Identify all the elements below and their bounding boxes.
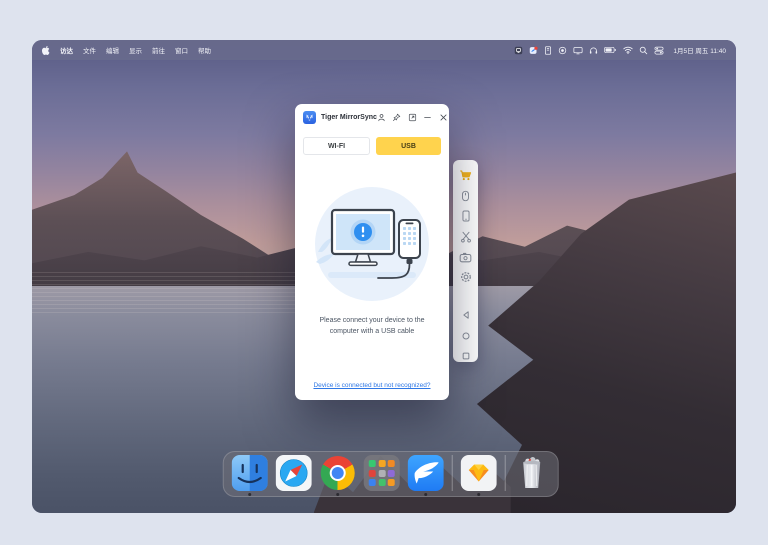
running-indicator bbox=[477, 493, 480, 496]
pin-icon[interactable] bbox=[392, 113, 401, 122]
window-titlebar: Tiger MirrorSync bbox=[295, 104, 449, 130]
sketch-icon bbox=[461, 455, 497, 491]
running-indicator bbox=[336, 493, 339, 496]
running-indicator bbox=[424, 493, 427, 496]
dock-sketch[interactable] bbox=[461, 455, 497, 491]
menu-item-finder[interactable]: 访达 bbox=[60, 45, 73, 55]
scissors-icon[interactable] bbox=[459, 231, 472, 243]
connection-tabs: WI-FI USB bbox=[295, 130, 449, 155]
wifi-icon[interactable] bbox=[623, 46, 633, 54]
notes-icon[interactable] bbox=[544, 46, 552, 55]
dock-finder[interactable] bbox=[232, 455, 268, 491]
search-icon[interactable] bbox=[639, 46, 648, 55]
usb-connect-illustration bbox=[302, 182, 442, 312]
window-title: Tiger MirrorSync bbox=[321, 114, 377, 121]
control-center-icon[interactable] bbox=[654, 46, 664, 55]
dingtalk-icon bbox=[408, 455, 444, 491]
dock-separator bbox=[452, 455, 453, 491]
fullscreen-icon[interactable] bbox=[408, 113, 417, 122]
menu-item-edit[interactable]: 编辑 bbox=[106, 45, 119, 55]
record-icon[interactable] bbox=[558, 46, 567, 55]
menubar-datetime[interactable]: 1月5日 周五 11:40 bbox=[673, 45, 726, 55]
dock-chrome[interactable] bbox=[320, 455, 356, 491]
tab-usb[interactable]: USB bbox=[376, 137, 441, 155]
help-link-row: Device is connected but not recognized? bbox=[295, 374, 449, 392]
notification-app-icon[interactable] bbox=[529, 46, 538, 55]
nav-back-icon[interactable] bbox=[459, 309, 472, 321]
screen-record-icon[interactable] bbox=[459, 251, 472, 263]
battery-icon[interactable] bbox=[604, 46, 617, 54]
not-recognized-link[interactable]: Device is connected but not recognized? bbox=[313, 382, 430, 389]
menu-item-view[interactable]: 显示 bbox=[129, 45, 142, 55]
dock-launchpad[interactable] bbox=[364, 455, 400, 491]
dock-dingtalk[interactable] bbox=[408, 455, 444, 491]
mirror-sidebar-toolbar bbox=[453, 160, 478, 362]
running-indicator bbox=[248, 493, 251, 496]
menu-item-window[interactable]: 窗口 bbox=[175, 45, 188, 55]
connect-message: Please connect your device to the comput… bbox=[295, 316, 449, 338]
headphones-icon[interactable] bbox=[589, 46, 598, 55]
tray-app-icon[interactable] bbox=[514, 46, 523, 55]
connect-message-line1: Please connect your device to the bbox=[295, 316, 449, 327]
desktop: 访达 文件 编辑 显示 前往 窗口 帮助 bbox=[32, 40, 736, 513]
chrome-icon bbox=[321, 456, 355, 490]
dock-trash[interactable] bbox=[514, 455, 550, 491]
dock bbox=[223, 451, 559, 497]
launchpad-icon bbox=[364, 455, 400, 491]
nav-home-icon[interactable] bbox=[459, 329, 472, 341]
dock-separator bbox=[505, 455, 506, 491]
finder-icon bbox=[232, 455, 268, 491]
apple-icon[interactable] bbox=[42, 46, 50, 55]
menu-item-help[interactable]: 帮助 bbox=[198, 45, 211, 55]
display-icon[interactable] bbox=[573, 46, 583, 55]
tab-wifi[interactable]: WI-FI bbox=[303, 137, 370, 155]
trash-icon bbox=[514, 455, 550, 491]
menu-item-go[interactable]: 前往 bbox=[152, 45, 165, 55]
mirrorsync-window: Tiger MirrorSync bbox=[295, 104, 449, 400]
app-logo-icon bbox=[303, 111, 316, 124]
menu-bar: 访达 文件 编辑 显示 前往 窗口 帮助 bbox=[32, 40, 736, 60]
mouse-icon[interactable] bbox=[459, 190, 472, 202]
close-icon[interactable] bbox=[439, 113, 448, 122]
settings-icon[interactable] bbox=[459, 271, 472, 283]
safari-icon bbox=[276, 455, 312, 491]
connect-message-line2: computer with a USB cable bbox=[295, 327, 449, 338]
dock-safari[interactable] bbox=[276, 455, 312, 491]
screenshot-frame: 访达 文件 编辑 显示 前往 窗口 帮助 bbox=[0, 0, 768, 545]
minimize-icon[interactable] bbox=[423, 113, 432, 122]
cart-icon[interactable] bbox=[459, 169, 472, 182]
phone-icon[interactable] bbox=[459, 210, 472, 222]
menu-item-file[interactable]: 文件 bbox=[83, 45, 96, 55]
nav-recents-icon[interactable] bbox=[459, 350, 472, 362]
account-icon[interactable] bbox=[377, 113, 386, 122]
